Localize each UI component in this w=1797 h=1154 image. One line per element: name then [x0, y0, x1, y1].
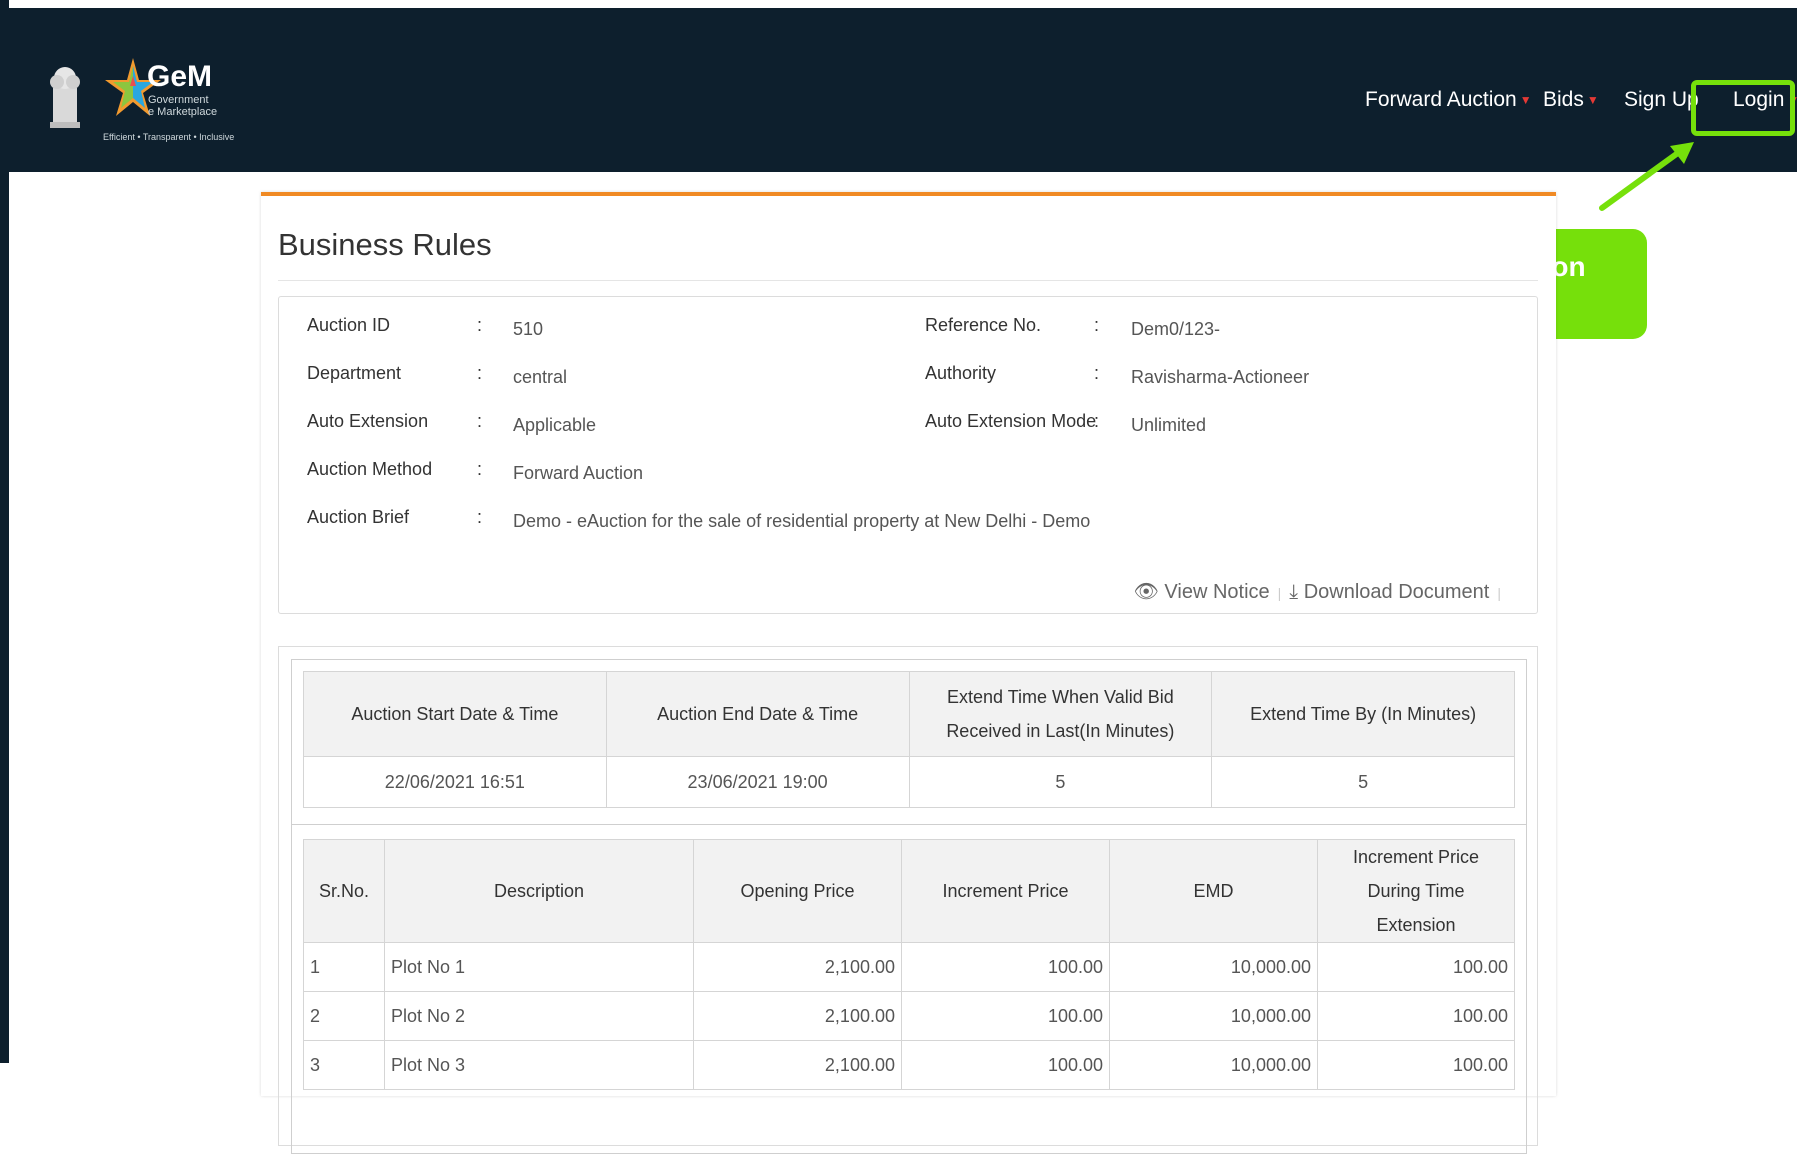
- sr-no-cell: 2: [303, 991, 385, 1041]
- authority-label: Authority: [925, 363, 997, 383]
- auction-info-panel: Auction ID : 510 Reference No. : Dem0/12…: [278, 296, 1538, 614]
- table-row: 2 Plot No 2 2,100.00 100.00 10,000.00 10…: [303, 991, 1515, 1041]
- column-header: EMD: [1109, 839, 1318, 943]
- brand-tagline: Efficient • Transparent • Inclusive: [103, 132, 235, 142]
- emd-cell: 10,000.00: [1109, 1040, 1318, 1090]
- increment-extension-cell: 100.00: [1317, 1040, 1515, 1090]
- table-row: 3 Plot No 3 2,100.00 100.00 10,000.00 10…: [303, 1040, 1515, 1090]
- caret-down-icon: ▼: [1586, 93, 1599, 108]
- items-table: Sr.No. Description Opening Price Increme…: [303, 839, 1515, 1090]
- auction-method-value: Forward Auction: [513, 463, 644, 483]
- view-notice-link[interactable]: 👁 View Notice: [1133, 581, 1269, 603]
- column-header: Extend Time When Valid Bid Received in L…: [908, 671, 1213, 757]
- reference-no-label: Reference No.: [925, 315, 1042, 335]
- table-row: 22/06/2021 16:51 23/06/2021 19:00 5 5: [303, 756, 1515, 808]
- column-header: Increment Price: [901, 839, 1110, 943]
- nav-label: Sign Up: [1624, 88, 1699, 111]
- opening-price-cell: 2,100.00: [693, 991, 902, 1041]
- auction-tables-panel: Auction Start Date & Time Auction End Da…: [278, 646, 1538, 1154]
- screen-left-edge: [0, 0, 9, 1063]
- auto-extension-label: Auto Extension: [307, 411, 429, 431]
- sr-no-cell: 1: [303, 942, 385, 992]
- auction-brief-value: Demo - eAuction for the sale of resident…: [513, 511, 1091, 531]
- increment-price-cell: 100.00: [901, 991, 1110, 1041]
- department-label: Department: [307, 363, 402, 383]
- colon: :: [1094, 411, 1100, 431]
- colon: :: [477, 507, 483, 527]
- divider: |: [1277, 585, 1282, 601]
- increment-price-cell: 100.00: [901, 1040, 1110, 1090]
- column-header: Auction End Date & Time: [605, 671, 910, 757]
- download-document-link[interactable]: ⤓ Download Document: [1289, 581, 1489, 603]
- nav-forward-auction[interactable]: Forward Auction ▼: [1365, 88, 1532, 112]
- items-table-wrap: Sr.No. Description Opening Price Increme…: [291, 824, 1527, 1154]
- emd-cell: 10,000.00: [1109, 942, 1318, 992]
- download-document-label: Download Document: [1303, 581, 1490, 603]
- description-cell: Plot No 1: [384, 942, 694, 992]
- column-header: Description: [384, 839, 694, 943]
- column-header: Sr.No.: [303, 839, 385, 943]
- document-actions: 👁 View Notice | ⤓ Download Document |: [1133, 579, 1509, 604]
- column-header: Increment Price During Time Extension: [1317, 839, 1515, 943]
- auction-brief-label: Auction Brief: [307, 507, 410, 527]
- pointer-arrow-icon: [1599, 142, 1694, 211]
- eye-icon: 👁: [1133, 581, 1159, 603]
- auction-id-value: 510: [513, 319, 544, 339]
- main-nav: Forward Auction ▼ Bids ▼ Sign Up Login ▼: [9, 88, 1797, 128]
- authority-value: Ravisharma-Actioneer: [1131, 367, 1310, 387]
- emd-cell: 10,000.00: [1109, 991, 1318, 1041]
- opening-price-cell: 2,100.00: [693, 942, 902, 992]
- reference-no-value: Dem0/123-: [1131, 319, 1221, 339]
- department-value: central: [513, 367, 568, 387]
- divider: |: [1497, 585, 1501, 601]
- table-header-row: Sr.No. Description Opening Price Increme…: [303, 839, 1515, 943]
- top-navbar: GeM Government e Marketplace Efficient •…: [9, 8, 1797, 172]
- auto-extension-value: Applicable: [513, 415, 597, 435]
- colon: :: [477, 363, 483, 383]
- view-notice-label: View Notice: [1164, 581, 1270, 603]
- auto-extension-mode-label: Auto Extension Mode: [925, 411, 1097, 431]
- nav-label: Forward Auction: [1365, 88, 1517, 111]
- opening-price-cell: 2,100.00: [693, 1040, 902, 1090]
- table-header-row: Auction Start Date & Time Auction End Da…: [303, 671, 1515, 757]
- colon: :: [1094, 363, 1100, 383]
- increment-extension-cell: 100.00: [1317, 991, 1515, 1041]
- caret-down-icon: ▼: [1519, 93, 1532, 108]
- increment-extension-cell: 100.00: [1317, 942, 1515, 992]
- extend-time-when-cell: 5: [908, 756, 1213, 808]
- extend-time-by-cell: 5: [1211, 756, 1515, 808]
- nav-label: Bids: [1543, 88, 1584, 111]
- auction-method-label: Auction Method: [307, 459, 433, 479]
- login-highlight-box: [1691, 80, 1795, 136]
- colon: :: [477, 315, 483, 335]
- description-cell: Plot No 3: [384, 1040, 694, 1090]
- business-rules-card: Business Rules Auction ID : 510 Referenc…: [261, 192, 1556, 1154]
- column-header: Extend Time By (In Minutes): [1211, 671, 1515, 757]
- table-row: 1 Plot No 1 2,100.00 100.00 10,000.00 10…: [303, 942, 1515, 992]
- nav-bids[interactable]: Bids ▼: [1543, 88, 1599, 112]
- description-cell: Plot No 2: [384, 991, 694, 1041]
- sr-no-cell: 3: [303, 1040, 385, 1090]
- schedule-table: Auction Start Date & Time Auction End Da…: [303, 671, 1515, 808]
- colon: :: [1094, 315, 1100, 335]
- auto-extension-mode-value: Unlimited: [1131, 415, 1207, 435]
- increment-price-cell: 100.00: [901, 942, 1110, 992]
- auction-end-cell: 23/06/2021 19:00: [605, 756, 910, 808]
- schedule-table-wrap: Auction Start Date & Time Auction End Da…: [291, 659, 1527, 825]
- page-title: Business Rules: [278, 227, 492, 262]
- title-divider: [278, 280, 1538, 281]
- column-header: Auction Start Date & Time: [303, 671, 607, 757]
- nav-sign-up[interactable]: Sign Up: [1624, 88, 1699, 112]
- download-icon: ⤓: [1289, 581, 1299, 603]
- column-header: Opening Price: [693, 839, 902, 943]
- auction-start-cell: 22/06/2021 16:51: [303, 756, 607, 808]
- auction-id-label: Auction ID: [307, 315, 391, 335]
- colon: :: [477, 411, 483, 431]
- colon: :: [477, 459, 483, 479]
- screen-top-edge: [0, 0, 1797, 8]
